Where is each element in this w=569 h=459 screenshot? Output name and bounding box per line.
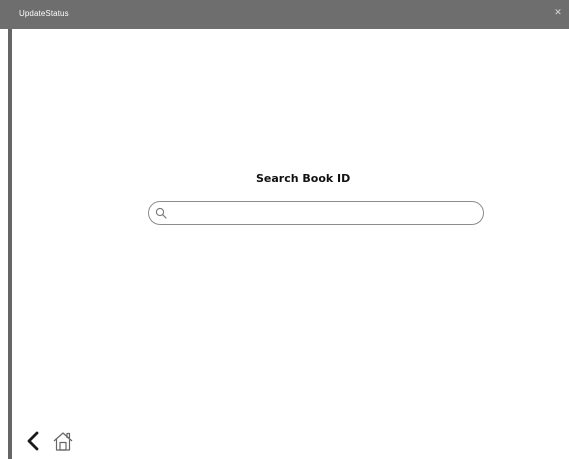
close-button[interactable]: ✕	[553, 7, 563, 19]
window-title: UpdateStatus	[19, 9, 69, 18]
title-bar: UpdateStatus ✕	[0, 0, 569, 29]
home-button[interactable]	[52, 430, 74, 452]
main-content	[12, 29, 569, 459]
search-book-id-title: Search Book ID	[256, 172, 351, 185]
update-status-window: UpdateStatus ✕ Search Book ID	[0, 0, 569, 459]
search-icon	[155, 207, 167, 219]
home-icon	[53, 432, 73, 451]
back-button[interactable]	[25, 430, 41, 452]
search-box[interactable]	[148, 201, 484, 225]
search-input[interactable]	[171, 205, 471, 221]
